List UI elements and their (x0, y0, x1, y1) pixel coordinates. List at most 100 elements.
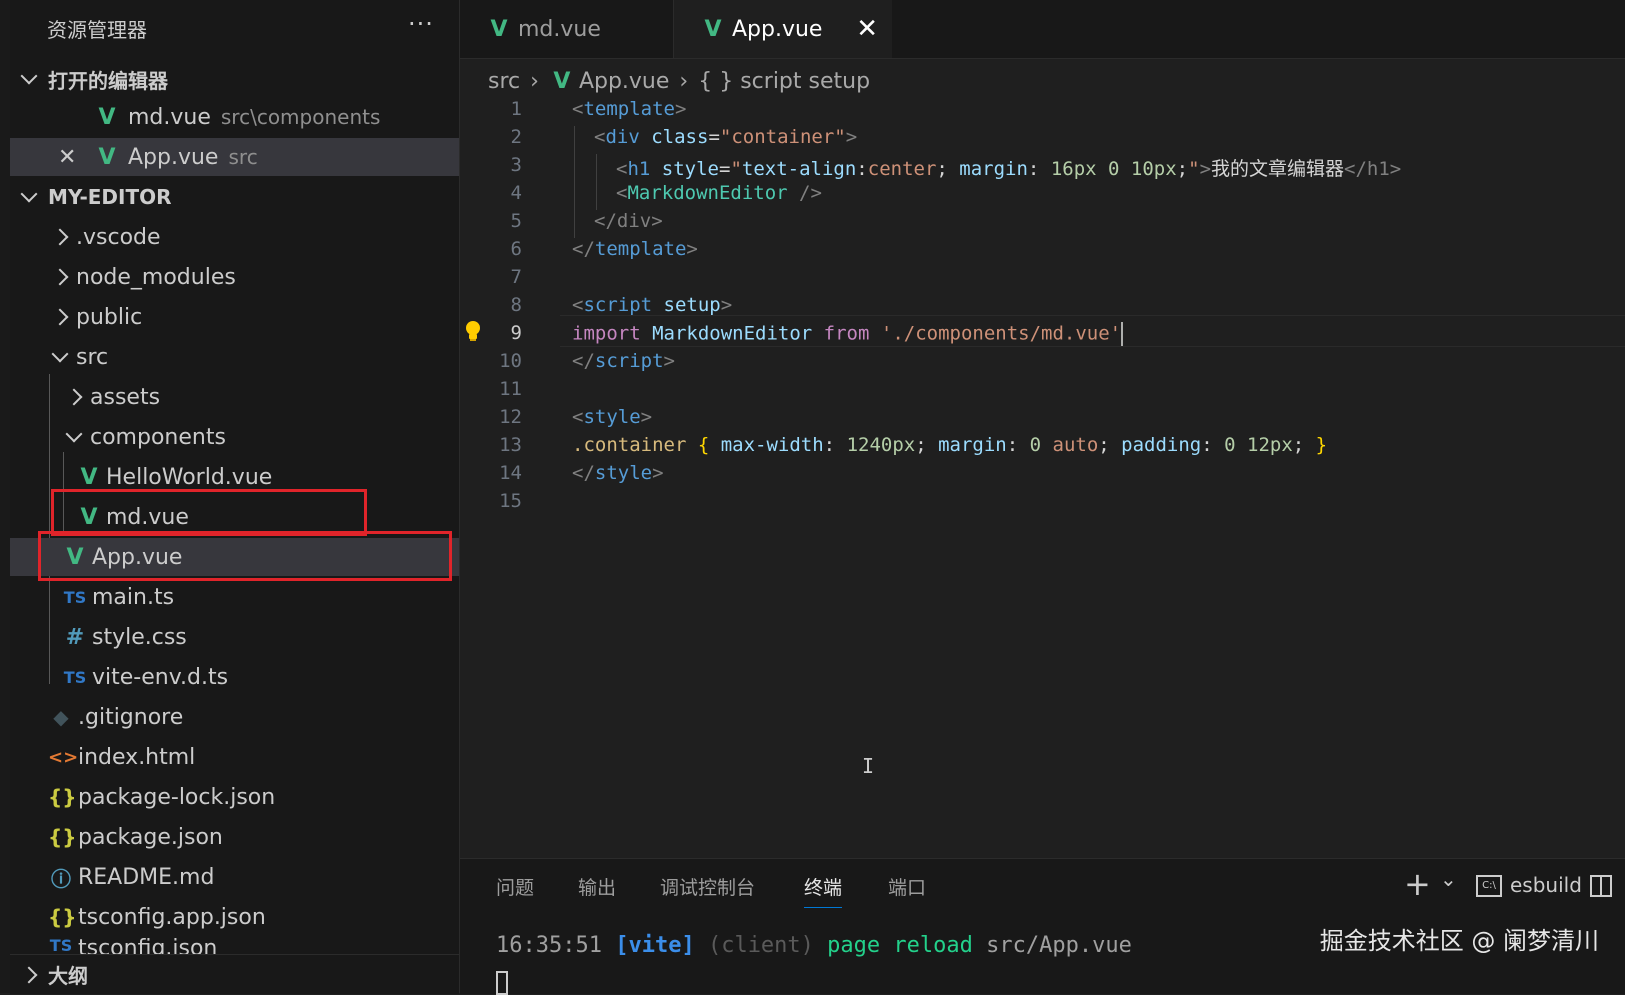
tab-label: md.vue (518, 16, 601, 42)
line-number: 3 (510, 154, 522, 176)
panel-tab-problems[interactable]: 问题 (496, 873, 534, 900)
tree-item-label: .vscode (76, 224, 161, 250)
chevron-down-icon (20, 185, 38, 203)
tree-item-label: vite-env.d.ts (92, 664, 229, 690)
open-editor-item-active[interactable]: ✕ V App.vue src (10, 138, 459, 176)
tab-label: App.vue (732, 16, 823, 42)
code-line: </template> (572, 238, 698, 260)
line-number: 2 (510, 126, 522, 148)
chevron-right-icon: › (679, 68, 689, 94)
activity-gutter (0, 0, 10, 993)
vue-file-icon: V (490, 16, 508, 42)
tree-item-label: tsconfig.app.json (78, 904, 266, 930)
panel-tab-debug-console[interactable]: 调试控制台 (660, 873, 755, 900)
line-number: 5 (510, 210, 522, 232)
chevron-right-icon: › (530, 68, 539, 94)
project-header[interactable]: MY-EDITOR (10, 178, 459, 216)
open-editor-path: src\components (220, 105, 381, 129)
code-line: <div class="container"> (594, 126, 858, 148)
tab-app-vue[interactable]: V App.vue ✕ (674, 0, 892, 58)
css-file-icon: # (65, 624, 85, 650)
tree-item-label: README.md (78, 864, 215, 890)
line-number: 10 (499, 350, 522, 372)
tree-item-file[interactable]: TS tsconfig.json (10, 936, 459, 954)
chevron-down-icon (65, 425, 83, 443)
outline-header[interactable]: 大纲 (10, 954, 459, 994)
code-line: </script> (572, 350, 675, 372)
indent-guide (574, 126, 575, 238)
breadcrumb-item[interactable]: App.vue (579, 69, 669, 94)
breadcrumb-item[interactable]: src (488, 69, 520, 94)
typescript-file-icon: TS (63, 667, 87, 687)
tab-md-vue[interactable]: V md.vue (460, 0, 674, 58)
vue-file-icon: V (98, 104, 116, 130)
line-number: 12 (499, 406, 522, 428)
code-line: <MarkdownEditor /> (616, 182, 822, 204)
tree-item-folder[interactable]: assets (10, 378, 459, 416)
open-editor-name: App.vue (128, 144, 219, 170)
editor-tabs: V md.vue V App.vue ✕ (460, 0, 1625, 59)
chevron-right-icon (51, 308, 69, 326)
lightbulb-icon[interactable] (464, 320, 482, 342)
close-icon[interactable]: ✕ (58, 145, 94, 170)
panel-tab-output[interactable]: 输出 (578, 873, 616, 900)
code-editor[interactable]: 1 2 3 4 5 6 7 8 9 10 11 12 13 14 15 <tem… (460, 98, 1625, 858)
info-icon: ⓘ (51, 866, 71, 891)
chevron-down-icon (51, 345, 69, 363)
tree-item-folder[interactable]: .vscode (10, 218, 459, 256)
tree-item-folder-open[interactable]: components (10, 418, 459, 456)
line-number: 4 (510, 182, 522, 204)
chevron-right-icon (65, 388, 83, 406)
tree-item-file[interactable]: {} tsconfig.app.json (10, 898, 459, 936)
panel-tab-terminal[interactable]: 终端 (804, 873, 843, 908)
open-editor-name: md.vue (128, 104, 211, 130)
code-line: <script setup> (572, 294, 733, 316)
tree-item-file[interactable]: {} package.json (10, 818, 459, 856)
json-file-icon: {} (48, 825, 77, 849)
indent-guide (596, 154, 597, 210)
html-file-icon: <> (48, 746, 79, 768)
explorer-sidebar: 资源管理器 ··· 打开的编辑器 V md.vue src\components… (0, 0, 460, 994)
breadcrumb-item[interactable]: { } script setup (698, 69, 870, 94)
vue-file-icon: V (704, 16, 722, 42)
tree-item-label: assets (90, 384, 161, 410)
tree-item-folder[interactable]: node_modules (10, 258, 459, 296)
more-actions-icon[interactable]: ··· (408, 10, 434, 38)
chevron-right-icon (51, 228, 69, 246)
close-tab-icon[interactable]: ✕ (856, 14, 878, 44)
open-editors-header[interactable]: 打开的编辑器 (10, 60, 459, 98)
chevron-down-icon[interactable]: ⌄ (1440, 867, 1457, 891)
tree-item-file[interactable]: {} package-lock.json (10, 778, 459, 816)
vue-file-icon: V (80, 464, 98, 490)
tree-item-label: node_modules (76, 264, 236, 290)
tree-item-file[interactable]: ⓘ README.md (10, 858, 459, 896)
tree-item-folder[interactable]: public (10, 298, 459, 336)
tree-item-label: .gitignore (78, 704, 184, 730)
panel-tab-ports[interactable]: 端口 (888, 873, 926, 900)
new-terminal-plus-icon[interactable]: + (1404, 865, 1431, 903)
tree-item-file[interactable]: TS main.ts (10, 578, 459, 616)
tree-item-label: src (76, 344, 109, 370)
outline-label: 大纲 (48, 964, 88, 988)
terminal-output[interactable]: 16:35:51 [vite] (client) page reload src… (496, 933, 1132, 958)
code-line: <style> (572, 406, 653, 428)
open-editor-item[interactable]: V md.vue src\components (10, 98, 459, 136)
tree-item-file[interactable]: # style.css (10, 618, 459, 656)
tree-item-folder-open[interactable]: src (10, 338, 459, 376)
chevron-right-icon (51, 268, 69, 286)
breadcrumb: src › V App.vue › { } script setup (488, 64, 870, 98)
explorer-title: 资源管理器 (47, 18, 147, 42)
watermark: 掘金技术社区 @ 阑梦清川 (1319, 927, 1599, 955)
tree-item-file[interactable]: <> index.html (10, 738, 459, 776)
terminal-name[interactable]: esbuild (1510, 873, 1582, 897)
chevron-right-icon (20, 966, 38, 983)
code-line: <template> (572, 98, 687, 120)
typescript-file-icon: TS (63, 587, 87, 607)
line-number: 8 (510, 294, 522, 316)
tree-item-file[interactable]: TS vite-env.d.ts (10, 658, 459, 696)
terminal-icon: C:\ (1476, 875, 1502, 897)
bottom-panel: 问题 输出 调试控制台 终端 端口 + ⌄ C:\ esbuild 16:35:… (460, 858, 1625, 995)
split-terminal-icon[interactable] (1590, 875, 1612, 897)
tree-item-file[interactable]: ◆ .gitignore (10, 698, 459, 736)
tree-item-label: index.html (78, 744, 196, 770)
